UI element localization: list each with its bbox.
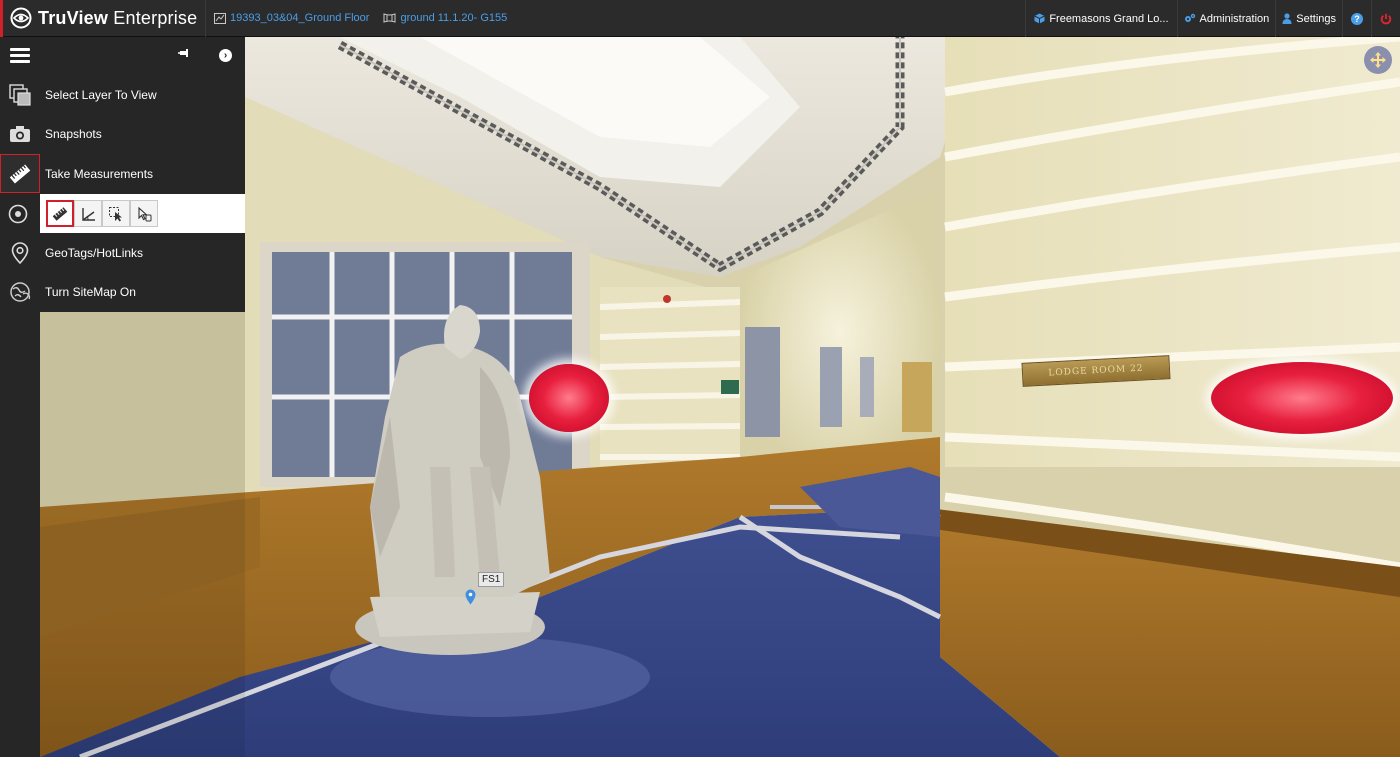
sidebar-item-label: Turn SiteMap On bbox=[45, 284, 136, 299]
help-icon: ? bbox=[1351, 12, 1363, 25]
panorama-icon bbox=[383, 13, 396, 23]
geotag-label-text: FS1 bbox=[482, 574, 501, 585]
power-icon bbox=[1380, 13, 1392, 24]
point-tool-icon bbox=[138, 206, 152, 221]
settings-button[interactable]: Settings bbox=[1275, 0, 1342, 37]
project-selector[interactable]: Freemasons Grand Lo... bbox=[1025, 0, 1176, 37]
sidebar-item-label: Take Measurements bbox=[45, 166, 154, 181]
cube-icon bbox=[1034, 13, 1046, 24]
sidebar-item-select-layer[interactable]: Select Layer To View bbox=[0, 75, 245, 114]
power-button[interactable] bbox=[1371, 0, 1400, 37]
point-tool-button[interactable] bbox=[130, 200, 158, 227]
sidebar-item-geotags[interactable]: GeoTags/HotLinks bbox=[0, 233, 245, 272]
sidebar-item-snapshots[interactable]: Snapshots bbox=[0, 114, 245, 153]
top-bar: TruView Enterprise 19393_03&04_Ground Fl… bbox=[0, 0, 1400, 37]
user-icon bbox=[1282, 13, 1292, 24]
sidebar-item-label: Select Layer To View bbox=[45, 87, 157, 102]
ruler-tool-button[interactable] bbox=[46, 200, 74, 227]
top-accent-stripe bbox=[0, 0, 3, 37]
sidebar-item-label: GeoTags/HotLinks bbox=[45, 245, 144, 260]
breadcrumb-site[interactable]: 19393_03&04_Ground Floor bbox=[214, 0, 369, 37]
measurement-tools bbox=[40, 194, 245, 233]
ruler-icon bbox=[0, 154, 40, 193]
sitemap-icon bbox=[0, 272, 40, 311]
truview-logo-icon bbox=[10, 7, 32, 29]
sidebar-header: › bbox=[0, 37, 245, 73]
settings-label: Settings bbox=[1296, 12, 1336, 25]
breadcrumb-site-label[interactable]: 19393_03&04_Ground Floor bbox=[230, 12, 369, 24]
geotag-label[interactable]: FS1 bbox=[478, 572, 505, 587]
hotspot-right[interactable] bbox=[1211, 362, 1393, 434]
area-select-tool-button[interactable] bbox=[102, 200, 130, 227]
app-title: TruView Enterprise bbox=[38, 7, 198, 28]
geotag-pin-icon[interactable] bbox=[465, 589, 476, 605]
help-button[interactable]: ? bbox=[1342, 0, 1371, 37]
hamburger-menu-icon[interactable] bbox=[10, 48, 30, 63]
pin-icon[interactable] bbox=[178, 46, 192, 62]
sidebar-item-sitemap[interactable]: Turn SiteMap On bbox=[0, 272, 245, 311]
breadcrumb-scan-label[interactable]: ground 11.1.20- G155 bbox=[400, 12, 507, 24]
project-name: Freemasons Grand Lo... bbox=[1049, 12, 1169, 25]
brand[interactable]: TruView Enterprise bbox=[0, 0, 206, 37]
floor-map-icon bbox=[214, 12, 226, 24]
location-pin-icon bbox=[0, 233, 40, 272]
move-arrows-icon bbox=[1370, 52, 1386, 68]
sidebar-item-take-measurements[interactable]: Take Measurements bbox=[0, 154, 245, 193]
navigation-move-button[interactable] bbox=[1364, 46, 1392, 74]
administration-button[interactable]: Administration bbox=[1176, 0, 1276, 37]
sidebar-item-label: Snapshots bbox=[45, 126, 102, 141]
ruler-tool-icon bbox=[52, 206, 68, 221]
target-icon bbox=[0, 194, 35, 233]
angle-tool-button[interactable] bbox=[74, 200, 102, 227]
breadcrumb-scan[interactable]: ground 11.1.20- G155 bbox=[383, 0, 507, 37]
sidebar-item-target[interactable] bbox=[0, 194, 40, 233]
hotspot-left[interactable] bbox=[529, 364, 609, 432]
gears-icon bbox=[1184, 13, 1195, 22]
plaque-text: LODGE ROOM 22 bbox=[1048, 363, 1144, 379]
administration-label: Administration bbox=[1199, 12, 1270, 25]
area-select-tool-icon bbox=[109, 206, 122, 221]
chevron-right-icon[interactable]: › bbox=[219, 49, 232, 62]
camera-icon bbox=[0, 114, 40, 153]
top-right-menu: Freemasons Grand Lo... Administration Se… bbox=[1025, 0, 1400, 37]
angle-tool-icon bbox=[82, 207, 95, 221]
layers-icon bbox=[0, 75, 40, 114]
